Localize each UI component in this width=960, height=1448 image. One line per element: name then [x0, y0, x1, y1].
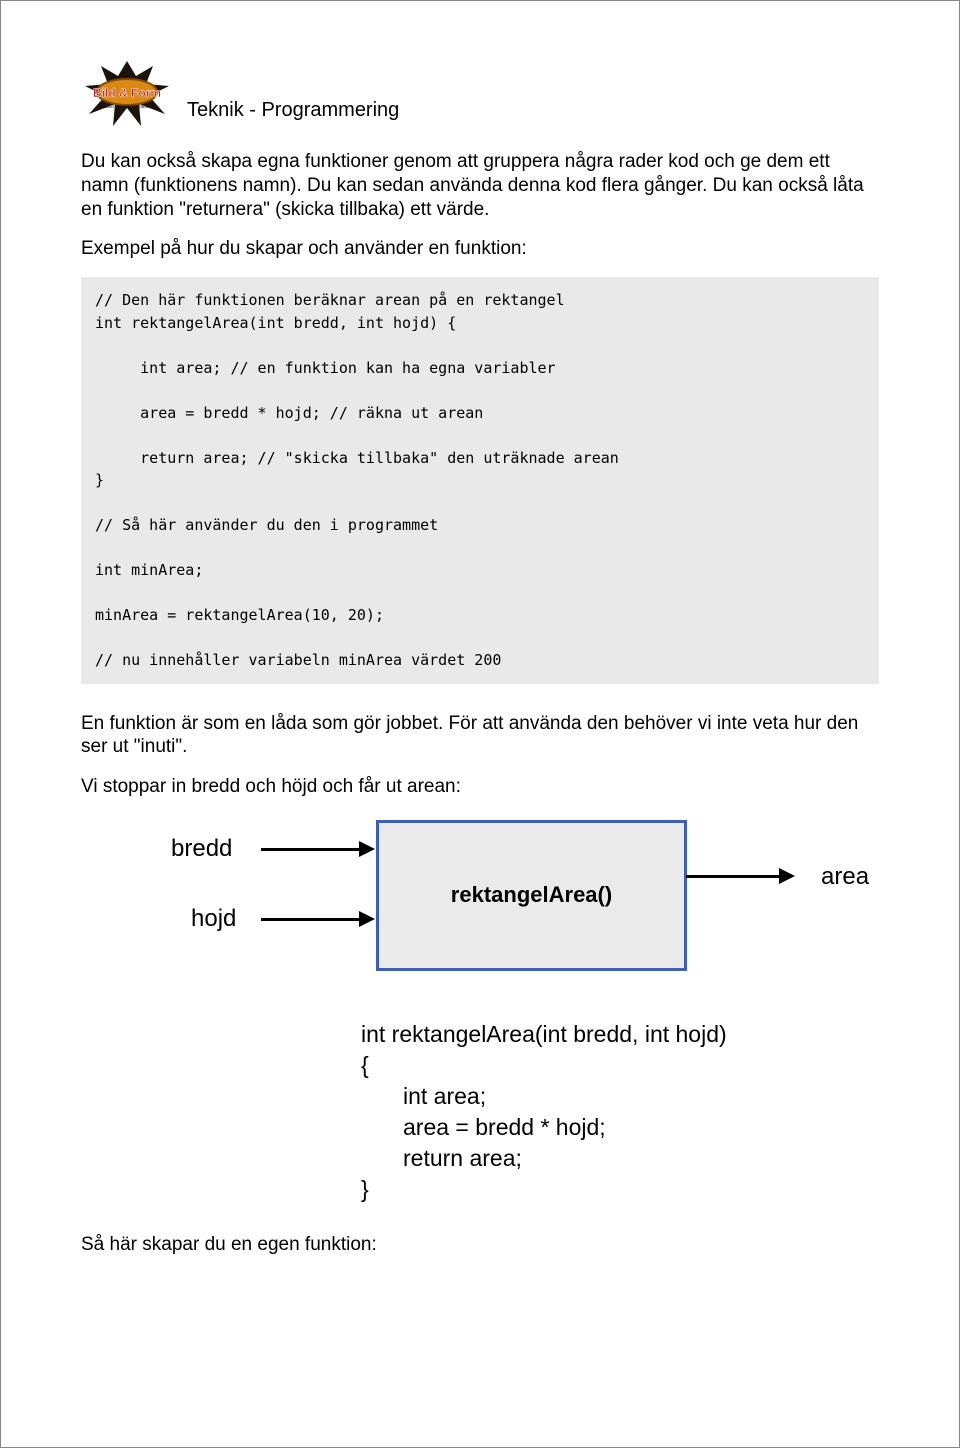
after-paragraph-2: Vi stoppar in bredd och höjd och får ut … — [81, 775, 879, 799]
diagram-box: rektangelArea() — [376, 820, 687, 971]
arrow-hojd — [261, 918, 361, 921]
after-paragraph-1: En funktion är som en låda som gör jobbe… — [81, 712, 879, 760]
header: Bild & Form "Lust att vara kreativ!" Tek… — [81, 56, 879, 128]
sig-body-1: int area; — [403, 1081, 879, 1112]
sig-line1: int rektangelArea(int bredd, int hojd) — [361, 1021, 727, 1047]
intro-paragraph-1: Du kan också skapa egna funktioner genom… — [81, 150, 879, 221]
svg-text:Bild & Form: Bild & Form — [93, 86, 161, 100]
arrow-bredd — [261, 848, 361, 851]
page: Bild & Form "Lust att vara kreativ!" Tek… — [0, 0, 960, 1448]
sig-open-brace: { — [361, 1050, 879, 1081]
function-diagram: bredd hojd rektangelArea() area — [131, 815, 911, 1005]
sig-close-brace: } — [361, 1174, 879, 1205]
diagram-input-hojd: hojd — [191, 905, 236, 933]
svg-text:"Lust att vara kreativ!": "Lust att vara kreativ!" — [103, 104, 152, 110]
diagram-output-area: area — [821, 863, 869, 891]
splat-icon: Bild & Form "Lust att vara kreativ!" — [81, 56, 173, 128]
arrow-output-head — [779, 868, 795, 884]
function-signature-block: int rektangelArea(int bredd, int hojd) {… — [361, 1019, 879, 1205]
arrow-hojd-head — [359, 911, 375, 927]
closing-paragraph: Så här skapar du en egen funktion: — [81, 1233, 879, 1257]
intro-paragraph-2: Exempel på hur du skapar och använder en… — [81, 237, 879, 261]
arrow-bredd-head — [359, 841, 375, 857]
code-example: // Den här funktionen beräknar arean på … — [81, 277, 879, 684]
sig-body-2: area = bredd * hojd; — [403, 1112, 879, 1143]
arrow-output — [686, 875, 781, 878]
diagram-box-label: rektangelArea() — [451, 882, 612, 908]
diagram-input-bredd: bredd — [171, 835, 232, 863]
page-title: Teknik - Programmering — [187, 99, 399, 122]
logo: Bild & Form "Lust att vara kreativ!" — [81, 56, 173, 128]
sig-body-3: return area; — [403, 1143, 879, 1174]
